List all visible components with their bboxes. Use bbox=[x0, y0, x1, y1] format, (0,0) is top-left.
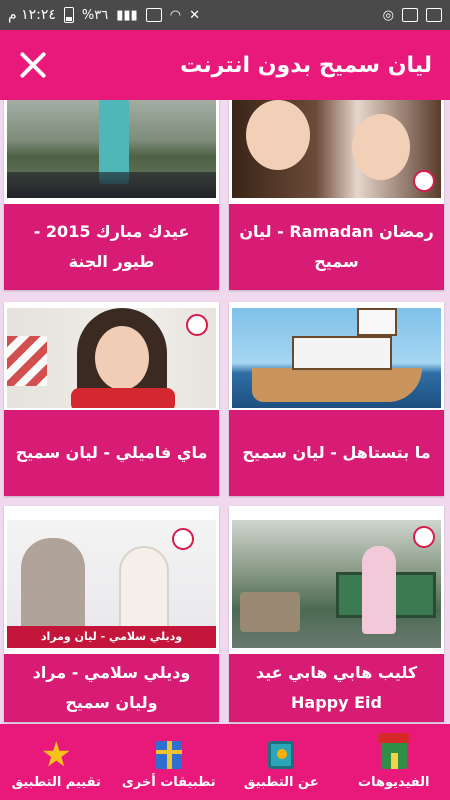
thumbnail-face bbox=[246, 100, 310, 170]
wifi-icon: ◠ bbox=[169, 7, 182, 23]
video-card[interactable]: رمضان Ramadan - ليان سميح bbox=[229, 100, 444, 290]
video-grid[interactable]: رمضان Ramadan - ليان سميح عيدك مبارك 201… bbox=[0, 100, 450, 724]
thumbnail-face bbox=[95, 326, 149, 390]
channel-logo-icon bbox=[413, 526, 435, 548]
video-card[interactable]: ماي فاميلي - ليان سميح bbox=[4, 302, 219, 496]
app-header: ليان سميح بدون انترنت bbox=[0, 30, 450, 100]
nav-more-apps-label: تطبيقات أخرى bbox=[121, 775, 216, 790]
thumbnail-man bbox=[21, 538, 85, 634]
nav-rate[interactable]: تقييم التطبيق bbox=[1, 741, 111, 790]
video-title[interactable]: عيدك مبارك 2015 - طيور الجنة bbox=[4, 204, 219, 290]
video-title[interactable]: كليب هابي هابي عيد Happy Eid bbox=[229, 654, 444, 722]
thumbnail-face bbox=[352, 114, 410, 180]
thumbnail-cabin bbox=[292, 336, 392, 370]
thumbnail-girl bbox=[362, 546, 396, 634]
video-card[interactable]: ما بتستاهل - ليان سميح bbox=[229, 302, 444, 496]
image-icon bbox=[426, 8, 442, 22]
signal-box-icon bbox=[145, 8, 162, 22]
nav-more-apps[interactable]: تطبيقات أخرى bbox=[114, 741, 224, 790]
thumbnail-band bbox=[7, 172, 216, 198]
video-card[interactable]: كليب هابي هابي عيد Happy Eid bbox=[229, 506, 444, 722]
close-icon[interactable] bbox=[18, 50, 48, 80]
video-thumbnail[interactable]: وديلي سلامي - ليان ومراد bbox=[7, 520, 216, 648]
video-thumbnail[interactable] bbox=[7, 308, 216, 408]
thumbnail-girl bbox=[119, 546, 169, 632]
signal-icon: ▮▮▮ bbox=[116, 7, 138, 23]
thumbnail-mast bbox=[357, 308, 397, 336]
cloud-icon bbox=[402, 8, 418, 22]
thumbnail-chair bbox=[240, 592, 300, 632]
alarm-icon: ◎ bbox=[382, 7, 394, 23]
video-title[interactable]: رمضان Ramadan - ليان سميح bbox=[229, 204, 444, 290]
channel-logo-icon bbox=[172, 528, 194, 550]
status-left: ١٢:٢٤ م %٣٦ ▮▮▮ ◠ ✕ bbox=[8, 7, 200, 23]
nav-about-label: عن التطبيق bbox=[243, 775, 319, 790]
film-icon bbox=[268, 741, 295, 769]
gift-icon bbox=[155, 741, 182, 769]
thumbnail-flag bbox=[7, 336, 47, 386]
status-right: ◎ bbox=[383, 8, 442, 22]
bottom-nav: الفيديوهات عن التطبيق تطبيقات أخرى تقييم… bbox=[0, 724, 450, 800]
nav-videos[interactable]: الفيديوهات bbox=[339, 733, 449, 790]
nav-videos-label: الفيديوهات bbox=[358, 775, 430, 790]
nav-rate-label: تقييم التطبيق bbox=[11, 775, 101, 790]
page-title: ليان سميح بدون انترنت bbox=[180, 52, 432, 78]
video-title[interactable]: وديلي سلامي - مراد وليان سميح bbox=[4, 654, 219, 722]
video-title[interactable]: ما بتستاهل - ليان سميح bbox=[229, 410, 444, 496]
battery-percent: %٣٦ bbox=[81, 7, 109, 23]
thumbnail-overlay-text: وديلي سلامي - ليان ومراد bbox=[7, 626, 216, 648]
nav-about[interactable]: عن التطبيق bbox=[226, 741, 336, 790]
video-thumbnail[interactable] bbox=[7, 100, 216, 198]
channel-logo-icon bbox=[413, 170, 435, 192]
video-card[interactable]: وديلي سلامي - ليان ومراد وديلي سلامي - م… bbox=[4, 506, 219, 722]
battery-icon bbox=[63, 7, 74, 23]
status-bar: ١٢:٢٤ م %٣٦ ▮▮▮ ◠ ✕ ◎ bbox=[0, 0, 450, 30]
video-thumbnail[interactable] bbox=[232, 308, 441, 408]
house-icon bbox=[377, 733, 410, 769]
video-title[interactable]: ماي فاميلي - ليان سميح bbox=[4, 410, 219, 496]
video-card[interactable]: عيدك مبارك 2015 - طيور الجنة bbox=[4, 100, 219, 290]
thumbnail-scarf bbox=[71, 388, 175, 408]
star-icon bbox=[42, 741, 70, 767]
video-thumbnail[interactable] bbox=[232, 100, 441, 198]
channel-logo-icon bbox=[186, 314, 208, 336]
mute-icon: ✕ bbox=[189, 7, 200, 23]
status-time: ١٢:٢٤ م bbox=[8, 7, 56, 23]
video-thumbnail[interactable] bbox=[232, 520, 441, 648]
thumbnail-boat bbox=[252, 368, 422, 402]
